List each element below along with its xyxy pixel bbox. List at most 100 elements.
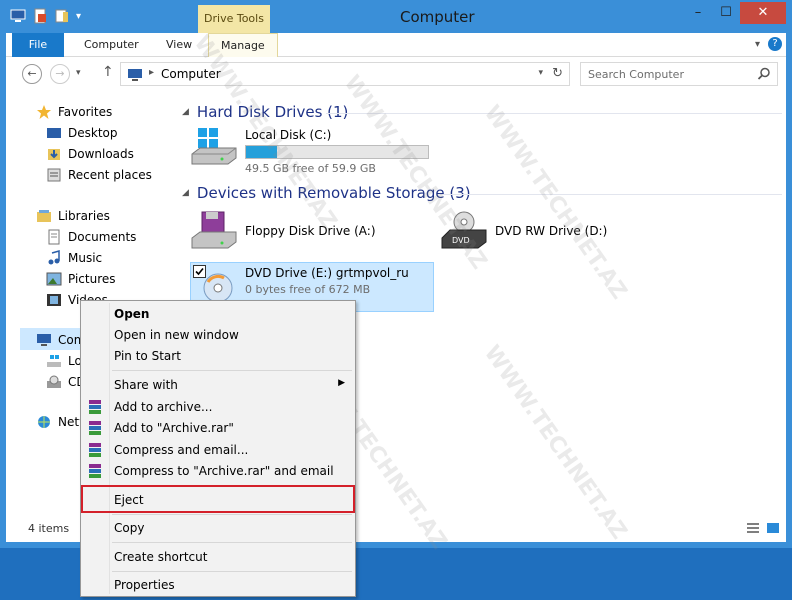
menu-item-pin-to-start[interactable]: Pin to Start — [83, 345, 353, 367]
search-icon[interactable] — [757, 67, 771, 81]
search-input[interactable]: Search Computer — [588, 68, 684, 81]
tab-view[interactable]: View — [154, 33, 204, 57]
drive-free-space: 0 bytes free of 672 MB — [245, 283, 371, 296]
sidebar-item-libraries[interactable]: Libraries — [36, 206, 110, 226]
menu-item-create-shortcut[interactable]: Create shortcut — [83, 546, 353, 568]
sidebar-label: Desktop — [68, 126, 118, 140]
ribbon-right-controls: ▾ ? — [755, 37, 782, 51]
tab-computer[interactable]: Computer — [72, 33, 151, 57]
computer-icon — [128, 69, 142, 81]
menu-label: Properties — [114, 578, 175, 592]
submenu-arrow-icon: ▶ — [338, 378, 345, 388]
properties-icon[interactable] — [32, 8, 48, 24]
eject-highlight-box — [81, 485, 355, 513]
details-view-icon[interactable] — [746, 522, 760, 534]
computer-icon[interactable] — [10, 8, 26, 24]
pictures-icon — [46, 272, 62, 286]
search-box[interactable]: Search Computer — [580, 62, 778, 86]
group-divider — [326, 113, 782, 114]
recent-locations-icon[interactable]: ▾ — [76, 68, 81, 78]
view-switcher — [746, 522, 780, 534]
sidebar-item-music[interactable]: Music — [46, 248, 102, 268]
menu-item-share-with[interactable]: Share with ▶ — [83, 374, 353, 396]
menu-separator — [112, 514, 352, 515]
group-header-hard-disk-drives[interactable]: ◢ Hard Disk Drives (1) — [182, 103, 348, 121]
drive-name: Local Disk (C:) — [245, 128, 332, 142]
sidebar-item-pictures[interactable]: Pictures — [46, 269, 116, 289]
sidebar-item-documents[interactable]: Documents — [46, 227, 136, 247]
sidebar-item-desktop[interactable]: Desktop — [46, 123, 118, 143]
collapse-triangle-icon[interactable]: ◢ — [182, 188, 189, 198]
menu-item-compress-to-archive-rar-email[interactable]: Compress to "Archive.rar" and email — [83, 460, 353, 482]
quick-access-toolbar: ▾ — [10, 8, 81, 24]
menu-item-add-to-archive-rar[interactable]: Add to "Archive.rar" — [83, 417, 353, 439]
tab-file[interactable]: File — [12, 33, 64, 57]
forward-button[interactable]: → — [50, 64, 70, 84]
large-icons-view-icon[interactable] — [766, 522, 780, 534]
menu-item-properties[interactable]: Properties — [83, 574, 353, 596]
new-folder-icon[interactable] — [54, 8, 70, 24]
drive-floppy-a[interactable]: Floppy Disk Drive (A:) — [190, 210, 376, 255]
title-bar: ▾ Drive Tools Computer – ☐ ✕ — [0, 0, 792, 33]
menu-item-open-new-window[interactable]: Open in new window — [83, 324, 353, 346]
group-title: Hard Disk Drives (1) — [196, 103, 349, 121]
window-title: Computer — [400, 8, 475, 26]
qat-dropdown-icon[interactable]: ▾ — [76, 11, 81, 22]
dvd-drive-icon: DVD — [441, 211, 487, 249]
sidebar-label: Documents — [68, 230, 137, 244]
sidebar-item-downloads[interactable]: Downloads — [46, 144, 134, 164]
desktop-icon — [47, 128, 61, 138]
menu-label: Open — [114, 307, 150, 321]
menu-label: Compress to "Archive.rar" and email — [114, 464, 334, 478]
status-item-count: 4 items — [28, 522, 70, 535]
close-button[interactable]: ✕ — [740, 2, 786, 24]
drive-name: Floppy Disk Drive (A:) — [245, 224, 376, 238]
usage-fill — [246, 146, 277, 158]
group-divider — [440, 194, 782, 195]
documents-icon — [48, 229, 60, 245]
drive-tools-contextual-tab: Drive Tools — [198, 5, 270, 33]
sidebar-label: Music — [68, 251, 103, 265]
refresh-icon[interactable]: ↻ — [552, 66, 563, 81]
sidebar-label: Favorites — [58, 105, 113, 119]
winrar-icon — [89, 400, 101, 414]
menu-item-open[interactable]: Open — [83, 303, 353, 325]
drive-usage-bar — [245, 145, 429, 159]
menu-label: Share with — [114, 378, 178, 392]
context-menu: Open Open in new window Pin to Start Sha… — [80, 300, 356, 597]
window-controls: – ☐ ✕ — [684, 2, 786, 24]
sidebar-label: Downloads — [68, 147, 134, 161]
windows-drive-icon — [47, 355, 61, 367]
minimize-button[interactable]: – — [684, 2, 712, 24]
sidebar-item-favorites[interactable]: Favorites — [36, 102, 112, 122]
winrar-icon — [89, 421, 101, 435]
breadcrumb-chevron-icon[interactable]: ▸ — [149, 67, 154, 78]
menu-separator — [112, 571, 352, 572]
drive-local-disk-c[interactable]: Local Disk (C:) 49.5 GB free of 59.9 GB — [190, 126, 429, 175]
menu-item-copy[interactable]: Copy — [83, 517, 353, 539]
star-icon — [37, 105, 51, 119]
address-bar[interactable]: ▸ Computer ▾ ↻ — [120, 62, 570, 86]
drive-free-space: 49.5 GB free of 59.9 GB — [245, 162, 376, 175]
menu-separator — [112, 370, 352, 371]
maximize-button[interactable]: ☐ — [712, 2, 740, 24]
menu-label: Add to "Archive.rar" — [114, 421, 234, 435]
sidebar-label: Pictures — [68, 272, 116, 286]
group-header-removable-storage[interactable]: ◢ Devices with Removable Storage (3) — [182, 184, 471, 202]
cd-drive-icon — [47, 375, 61, 388]
collapse-triangle-icon[interactable]: ◢ — [182, 107, 189, 117]
ribbon-tabs: File Computer View Manage ▾ ? — [6, 33, 786, 57]
menu-item-add-to-archive[interactable]: Add to archive... — [83, 396, 353, 418]
expand-ribbon-icon[interactable]: ▾ — [755, 39, 760, 50]
sidebar-item-recent-places[interactable]: Recent places — [46, 165, 152, 185]
up-button[interactable]: ↑ — [102, 64, 114, 80]
back-button[interactable]: ← — [22, 64, 42, 84]
menu-label: Pin to Start — [114, 349, 181, 363]
drive-dvd-rw-d[interactable]: DVD DVD RW Drive (D:) — [440, 210, 607, 255]
menu-item-compress-and-email[interactable]: Compress and email... — [83, 439, 353, 461]
tab-manage[interactable]: Manage — [208, 33, 278, 57]
menu-label: Create shortcut — [114, 550, 208, 564]
address-dropdown-icon[interactable]: ▾ — [538, 68, 543, 78]
breadcrumb-computer[interactable]: Computer — [161, 67, 221, 81]
help-icon[interactable]: ? — [768, 37, 782, 51]
